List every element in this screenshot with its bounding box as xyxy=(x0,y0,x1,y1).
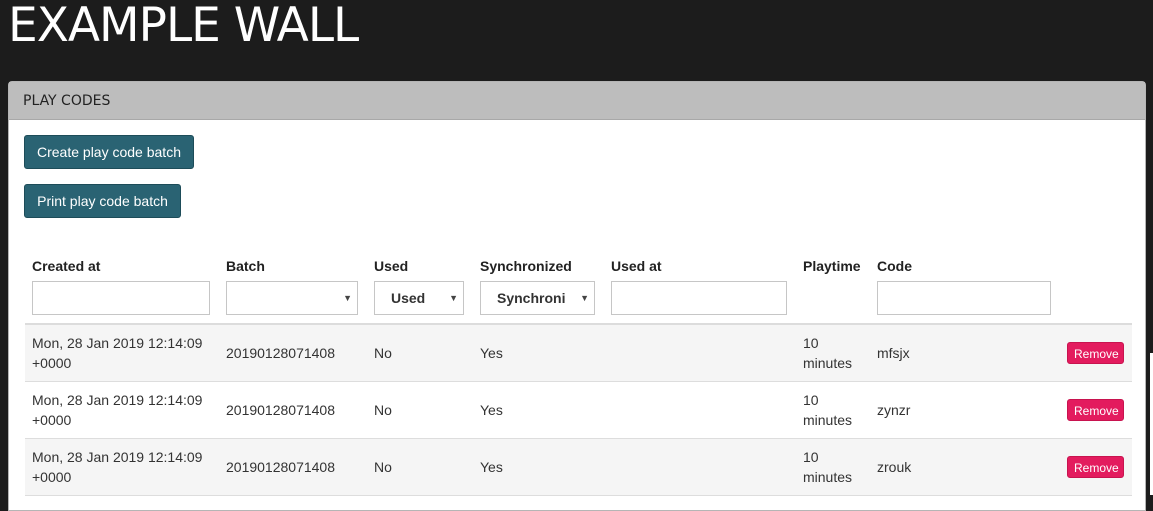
synchronized-filter-select[interactable]: Synchroni ▼ xyxy=(480,281,595,315)
print-play-code-batch-button[interactable]: Print play code batch xyxy=(24,184,181,218)
synchronized-cell: Yes xyxy=(480,459,503,475)
created-at-timezone: +0000 xyxy=(32,412,72,428)
created-at-date: Mon, 28 Jan 2019 12:14:09 xyxy=(32,392,203,408)
page-title: EXAMPLE WALL xyxy=(8,0,359,53)
column-header-used-at[interactable]: Used at xyxy=(611,258,662,274)
used-cell: No xyxy=(374,345,392,361)
playtime-cell: 10 minutes xyxy=(803,390,863,430)
playtime-unit: minutes xyxy=(803,412,853,428)
created-at-cell: Mon, 28 Jan 2019 12:14:09 +0000 xyxy=(32,333,212,373)
used-cell: No xyxy=(374,402,392,418)
code-cell: mfsjx xyxy=(877,345,910,361)
created-at-date: Mon, 28 Jan 2019 12:14:09 xyxy=(32,335,203,351)
playtime-cell: 10 minutes xyxy=(803,447,863,487)
table-row: Mon, 28 Jan 2019 12:14:09 +0000 20190128… xyxy=(25,325,1132,382)
created-at-cell: Mon, 28 Jan 2019 12:14:09 +0000 xyxy=(32,390,212,430)
create-play-code-batch-button[interactable]: Create play code batch xyxy=(24,135,194,169)
code-cell: zrouk xyxy=(877,459,912,475)
column-header-used[interactable]: Used xyxy=(374,258,408,274)
playtime-value: 10 xyxy=(803,392,819,408)
remove-button[interactable]: Remove xyxy=(1067,399,1124,421)
synchronized-cell: Yes xyxy=(480,345,503,361)
column-header-playtime[interactable]: Playtime xyxy=(803,258,861,274)
table-row: Mon, 28 Jan 2019 12:14:09 +0000 20190128… xyxy=(25,439,1132,496)
used-filter-select[interactable]: Used ▼ xyxy=(374,281,464,315)
play-codes-panel: PLAY CODES Create play code batch Print … xyxy=(8,81,1146,511)
synchronized-filter-value: Synchroni xyxy=(497,290,566,306)
created-at-timezone: +0000 xyxy=(32,469,72,485)
batch-filter-select[interactable]: ▼ xyxy=(226,281,358,315)
playtime-unit: minutes xyxy=(803,355,853,371)
playtime-unit: minutes xyxy=(803,469,853,485)
table-row: Mon, 28 Jan 2019 12:14:09 +0000 20190128… xyxy=(25,382,1132,439)
caret-down-icon: ▼ xyxy=(343,293,352,303)
remove-button[interactable]: Remove xyxy=(1067,342,1124,364)
column-header-batch[interactable]: Batch xyxy=(226,258,265,274)
created-at-filter-input[interactable] xyxy=(32,281,210,315)
used-filter-value: Used xyxy=(391,290,426,306)
batch-cell: 20190128071408 xyxy=(226,345,336,361)
batch-cell: 20190128071408 xyxy=(226,402,336,418)
created-at-date: Mon, 28 Jan 2019 12:14:09 xyxy=(32,449,203,465)
panel-heading: PLAY CODES xyxy=(9,82,1145,120)
playtime-value: 10 xyxy=(803,335,819,351)
column-header-synchronized[interactable]: Synchronized xyxy=(480,258,572,274)
created-at-cell: Mon, 28 Jan 2019 12:14:09 +0000 xyxy=(32,447,212,487)
code-cell: zynzr xyxy=(877,402,911,418)
playtime-value: 10 xyxy=(803,449,819,465)
synchronized-cell: Yes xyxy=(480,402,503,418)
used-cell: No xyxy=(374,459,392,475)
created-at-timezone: +0000 xyxy=(32,355,72,371)
column-header-code[interactable]: Code xyxy=(877,258,912,274)
code-filter-input[interactable] xyxy=(877,281,1051,315)
caret-down-icon: ▼ xyxy=(449,293,458,303)
batch-cell: 20190128071408 xyxy=(226,459,336,475)
used-at-filter-input[interactable] xyxy=(611,281,787,315)
playtime-cell: 10 minutes xyxy=(803,333,863,373)
column-header-created-at[interactable]: Created at xyxy=(32,258,100,274)
caret-down-icon: ▼ xyxy=(577,282,589,314)
remove-button[interactable]: Remove xyxy=(1067,456,1124,478)
